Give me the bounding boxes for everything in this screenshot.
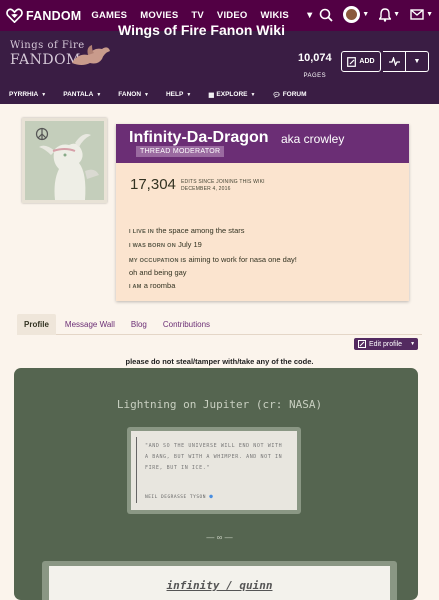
subnav-label: HELP <box>165 91 184 98</box>
profile-fact-location: I LIVE IN the space among the stars <box>129 225 299 238</box>
forum-icon: 💬︎ <box>272 91 281 99</box>
nav-wikis-label: WIKIS <box>260 10 289 21</box>
subnav-label: PYRRHIA <box>9 91 39 98</box>
tab-profile[interactable]: Profile <box>17 314 56 335</box>
page-count: 10,074 PAGES <box>298 52 332 82</box>
chevron-down-icon: ▼ <box>250 91 256 98</box>
join-date: DECEMBER 4, 2016 <box>181 186 231 192</box>
notifications-menu[interactable]: ▼ <box>379 7 401 22</box>
user-avatar-menu[interactable]: ▼ <box>343 6 369 23</box>
edit-count-label-1: EDITS SINCE JOINING THIS WIKI <box>181 179 265 185</box>
edit-page-icon <box>347 56 357 67</box>
messages-menu[interactable]: ▼ <box>410 9 433 20</box>
edit-count-label: EDITS SINCE JOINING THIS WIKI DECEMBER 4… <box>181 179 265 193</box>
fact-label: MY OCCUPATION IS <box>129 258 187 264</box>
profile-name-bar: Infinity-Da-Dragon aka crowley THREAD MO… <box>116 124 409 163</box>
page-count-label: PAGES <box>303 73 327 79</box>
page-count-number: 10,074 <box>298 52 332 64</box>
explore-icon: ▦ <box>208 91 215 99</box>
fact-value: the space among the stars <box>156 226 245 235</box>
edit-profile-button[interactable]: Edit profile ▼ <box>354 338 418 350</box>
profile-fact-occupation: MY OCCUPATION IS aiming to work for nasa… <box>129 254 299 278</box>
subnav-label: EXPLORE <box>216 91 248 98</box>
activity-button[interactable] <box>383 51 406 72</box>
bottom-title: infinity / quinn <box>166 579 273 592</box>
subnav-label: FANON <box>118 91 142 98</box>
wiki-subnav: PYRRHIA ▼ PANTALA ▼ FANON ▼ HELP ▼ ▦ EXPLORE ▼… <box>0 85 439 104</box>
subnav-fanon[interactable]: FANON ▼ <box>118 91 149 98</box>
chevron-down-icon: ▼ <box>96 91 102 98</box>
fact-label: I WAS BORN ON <box>129 243 176 249</box>
tab-message-wall[interactable]: Message Wall <box>58 314 122 335</box>
quote-citation: NEIL DEGRASSE TYSON ● <box>145 493 213 500</box>
subnav-label: PANTALA <box>63 91 94 98</box>
peace-sign-icon <box>35 127 49 141</box>
verified-icon: ● <box>209 493 214 500</box>
chevron-down-icon: ▼ <box>426 11 433 18</box>
fandom-heart-icon <box>6 8 23 23</box>
subnav-pantala[interactable]: PANTALA ▼ <box>63 91 101 98</box>
profile-info-card: Infinity-Da-Dragon aka crowley THREAD MO… <box>116 124 409 301</box>
mail-icon <box>410 9 424 20</box>
fandom-logo-text: FANDOM <box>26 8 82 23</box>
tab-blog[interactable]: Blog <box>124 314 154 335</box>
subnav-label: FORUM <box>282 91 307 98</box>
wiki-title[interactable]: Wings of Fire Fanon Wiki <box>118 22 285 38</box>
nav-movies[interactable]: MOVIES <box>140 10 178 21</box>
tab-contributions[interactable]: Contributions <box>156 314 217 335</box>
chevron-down-icon: ▼ <box>413 58 421 65</box>
bell-icon <box>379 7 392 22</box>
edit-count[interactable]: 17,304 <box>130 176 176 193</box>
chevron-down-icon: ▼ <box>410 341 416 347</box>
fact-label: I AM <box>129 284 142 290</box>
more-button[interactable]: ▼ <box>406 51 429 72</box>
chevron-down-icon: ▼ <box>41 91 47 98</box>
dragon-logo-icon <box>72 45 110 65</box>
profile-avatar[interactable] <box>22 118 107 203</box>
nav-games[interactable]: GAMES <box>91 10 127 21</box>
avatar <box>343 6 361 23</box>
subnav-help[interactable]: HELP ▼ <box>166 91 191 98</box>
activity-icon <box>388 57 400 66</box>
fact-value: July 19 <box>178 240 202 249</box>
profile-aka: aka crowley <box>281 132 345 146</box>
panel-title: Lightning on Jupiter (cr: NASA) <box>116 398 323 411</box>
fact-label: I LIVE IN <box>129 229 155 235</box>
add-button[interactable]: ADD <box>341 51 381 72</box>
subnav-explore[interactable]: ▦ EXPLORE ▼ <box>208 91 255 99</box>
profile-username: Infinity-Da-Dragon <box>129 129 269 146</box>
chevron-down-icon: ▼ <box>144 91 149 98</box>
pencil-icon <box>358 340 366 348</box>
fact-value: a roomba <box>143 281 176 290</box>
quote-bar <box>136 437 137 503</box>
search-icon[interactable] <box>319 8 333 22</box>
subnav-pyrrhia[interactable]: PYRRHIA ▼ <box>9 91 46 98</box>
profile-tabs: Profile Message Wall Blog Contributions <box>17 314 219 335</box>
profile-fact-birthday: I WAS BORN ON July 19 <box>129 239 299 252</box>
quote-text: "AND SO THE UNIVERSE WILL END NOT WITH A… <box>145 443 283 471</box>
quote-author: NEIL DEGRASSE TYSON <box>145 495 206 500</box>
chevron-down-icon: ▼ <box>362 11 370 18</box>
chevron-down-icon: ▼ <box>393 11 401 18</box>
nav-video[interactable]: VIDEO <box>217 10 248 21</box>
nav-tv[interactable]: TV <box>191 10 204 21</box>
edit-profile-label: Edit profile <box>369 340 403 348</box>
infinity-separator: — ∞ — <box>206 533 233 542</box>
subnav-forum[interactable]: 💬︎ FORUM <box>272 91 306 99</box>
profile-fact-iam: I AM a roomba <box>129 280 299 293</box>
thread-moderator-badge: THREAD MODERATOR <box>136 146 225 157</box>
fandom-logo[interactable]: FANDOM <box>6 8 81 23</box>
chevron-down-icon: ▼ <box>186 91 192 98</box>
copy-notice: please do not steal/tamper with/take any… <box>125 357 314 366</box>
add-button-label: ADD <box>359 58 375 65</box>
